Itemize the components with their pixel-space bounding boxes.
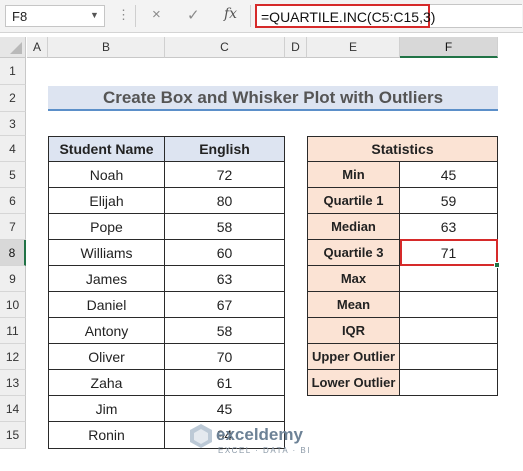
student-name-cell[interactable]: Ronin [49,422,165,449]
english-score-cell[interactable]: 63 [165,266,285,292]
stat-value-cell[interactable] [400,292,498,318]
stat-value-cell[interactable]: 63 [400,214,498,240]
stat-label-cell[interactable]: Max [308,266,400,292]
statistics-header[interactable]: Statistics [308,137,498,162]
stat-value-cell[interactable]: 59 [400,188,498,214]
sheet-title[interactable]: Create Box and Whisker Plot with Outlier… [48,86,498,111]
student-name-cell[interactable]: Williams [49,240,165,266]
english-score-cell[interactable]: 58 [165,214,285,240]
student-name-cell[interactable]: Noah [49,162,165,188]
row-header-6[interactable]: 6 [0,188,26,214]
student-name-cell[interactable]: Elijah [49,188,165,214]
english-score-cell[interactable]: 45 [165,396,285,422]
stat-value-cell[interactable]: 45 [400,162,498,188]
row-header-10[interactable]: 10 [0,292,26,318]
english-header[interactable]: English [165,137,285,162]
insert-function-icon[interactable]: fx [224,6,237,22]
select-all-button[interactable] [0,37,26,58]
fill-handle[interactable] [494,262,500,268]
english-score-cell[interactable]: 80 [165,188,285,214]
stat-label-cell[interactable]: Lower Outlier [308,370,400,396]
column-header-d[interactable]: D [285,37,307,58]
english-score-cell[interactable]: 58 [165,318,285,344]
english-score-cell[interactable]: 67 [165,292,285,318]
row-header-13[interactable]: 13 [0,370,26,396]
row-header-4[interactable]: 4 [0,136,26,162]
stat-label-cell[interactable]: Median [308,214,400,240]
column-header-b[interactable]: B [48,37,165,58]
row-header-1[interactable]: 1 [0,58,26,85]
formula-input[interactable]: =QUARTILE.INC(C5:C15,3) [255,4,435,28]
row-header-14[interactable]: 14 [0,396,26,422]
student-name-cell[interactable]: Oliver [49,344,165,370]
student-name-cell[interactable]: Antony [49,318,165,344]
exceldemy-logo-icon [188,423,214,454]
stat-label-cell[interactable]: Mean [308,292,400,318]
column-header-e[interactable]: E [307,37,400,58]
student-name-cell[interactable]: Zaha [49,370,165,396]
row-header-7[interactable]: 7 [0,214,26,240]
watermark-name: exceldemy [216,425,303,444]
student-name-cell[interactable]: James [49,266,165,292]
row-header-3[interactable]: 3 [0,112,26,136]
cancel-icon[interactable]: × [152,6,161,23]
formula-input-area[interactable] [430,4,522,28]
column-header-c[interactable]: C [165,37,285,58]
stat-value-cell[interactable] [400,318,498,344]
student-name-header[interactable]: Student Name [49,137,165,162]
select-all-triangle-icon [10,42,22,54]
english-score-cell[interactable]: 70 [165,344,285,370]
stat-label-cell[interactable]: IQR [308,318,400,344]
stat-label-cell[interactable]: Min [308,162,400,188]
watermark-tagline: EXCEL · DATA · BI [218,446,311,455]
row-header-9[interactable]: 9 [0,266,26,292]
row-header-2[interactable]: 2 [0,85,26,112]
student-name-cell[interactable]: Daniel [49,292,165,318]
stat-label-cell[interactable]: Quartile 3 [308,240,400,266]
student-name-cell[interactable]: Pope [49,214,165,240]
column-header-a[interactable]: A [27,37,48,58]
formula-bar-divider [250,5,251,27]
stat-value-cell[interactable] [400,344,498,370]
english-score-cell[interactable]: 60 [165,240,285,266]
row-header-11[interactable]: 11 [0,318,26,344]
row-header-8[interactable]: 8 [0,240,26,266]
active-cell-selection[interactable] [400,239,498,266]
name-box-dropdown-icon[interactable]: ▼ [90,10,99,20]
enter-icon[interactable]: ✓ [187,6,200,24]
english-score-cell[interactable]: 72 [165,162,285,188]
student-name-cell[interactable]: Jim [49,396,165,422]
column-header-f[interactable]: F [400,37,498,58]
stat-label-cell[interactable]: Upper Outlier [308,344,400,370]
formula-bar-divider [135,5,136,27]
more-options-icon[interactable]: ⋮ [117,7,130,23]
row-header-15[interactable]: 15 [0,422,26,449]
stat-value-cell[interactable] [400,370,498,396]
stat-label-cell[interactable]: Quartile 1 [308,188,400,214]
row-header-5[interactable]: 5 [0,162,26,188]
row-header-12[interactable]: 12 [0,344,26,370]
stat-value-cell[interactable] [400,266,498,292]
english-score-cell[interactable]: 61 [165,370,285,396]
